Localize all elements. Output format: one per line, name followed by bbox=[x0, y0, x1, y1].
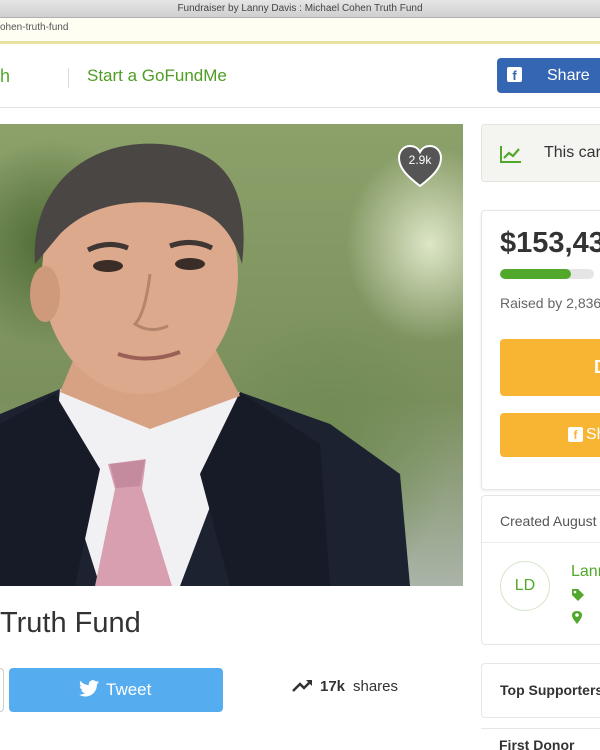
heart-count: 2.9k bbox=[408, 153, 432, 167]
person-photo bbox=[0, 143, 410, 586]
window-title: Fundraiser by Lanny Davis : Michael Cohe… bbox=[177, 3, 423, 14]
created-date: Created August bbox=[500, 513, 597, 529]
address-bar[interactable]: ohen-truth-fund bbox=[0, 18, 600, 44]
campaign-title: Truth Fund bbox=[0, 607, 141, 639]
header-divider bbox=[68, 68, 69, 88]
heart-count-wrapper[interactable]: 2.9k bbox=[397, 144, 443, 188]
campaign-notice-text: This car bbox=[544, 144, 600, 161]
first-donor-label[interactable]: First Donor bbox=[499, 737, 574, 750]
progress-bar bbox=[500, 269, 594, 279]
site-header: h Start a GoFundMe f Share bbox=[0, 46, 600, 108]
window-titlebar: Fundraiser by Lanny Davis : Michael Cohe… bbox=[0, 0, 600, 18]
shares-text: shares bbox=[353, 678, 399, 695]
tweet-button-label: Tweet bbox=[106, 680, 152, 699]
share-button[interactable]: f Sh bbox=[500, 413, 600, 457]
card-divider bbox=[482, 542, 600, 543]
tag-icon bbox=[572, 589, 584, 601]
avatar[interactable]: LD bbox=[500, 561, 550, 611]
top-supporters-label: Top Supporters bbox=[500, 682, 600, 698]
organizer-card: Created August LD Lann bbox=[481, 495, 600, 645]
campaign-notice: This car bbox=[481, 124, 600, 182]
amount-raised: $153,43 bbox=[500, 227, 600, 259]
share-button-label: Sh bbox=[586, 426, 600, 443]
progress-fill bbox=[500, 269, 571, 279]
shares-count: 17k bbox=[320, 678, 346, 695]
trending-up-icon bbox=[292, 680, 312, 692]
section-divider bbox=[481, 728, 600, 729]
start-gofundme-link[interactable]: Start a GoFundMe bbox=[87, 66, 227, 86]
top-supporters-tab[interactable]: Top Supporters bbox=[481, 663, 600, 718]
facebook-share-stub[interactable] bbox=[0, 668, 4, 712]
tweet-button[interactable]: Tweet bbox=[9, 668, 223, 712]
facebook-icon: f bbox=[568, 427, 583, 442]
donate-button[interactable]: D bbox=[500, 339, 600, 396]
raised-by-text: Raised by 2,836 bbox=[500, 295, 600, 311]
nav-link-partial[interactable]: h bbox=[0, 66, 10, 87]
share-button-label: Share bbox=[547, 67, 590, 84]
campaign-image bbox=[0, 124, 463, 586]
facebook-share-button[interactable]: f Share bbox=[497, 58, 600, 93]
chart-line-icon bbox=[500, 146, 521, 163]
organizer-name-link[interactable]: Lann bbox=[571, 563, 600, 581]
page: Fundraiser by Lanny Davis : Michael Cohe… bbox=[0, 0, 600, 750]
url-text[interactable]: ohen-truth-fund bbox=[0, 22, 68, 33]
location-pin-icon bbox=[572, 611, 582, 624]
facebook-icon: f bbox=[507, 67, 522, 83]
donate-button-label: D bbox=[594, 357, 600, 377]
donation-card: $153,43 Raised by 2,836 D f Sh bbox=[481, 210, 600, 490]
twitter-bird-icon bbox=[79, 680, 99, 697]
